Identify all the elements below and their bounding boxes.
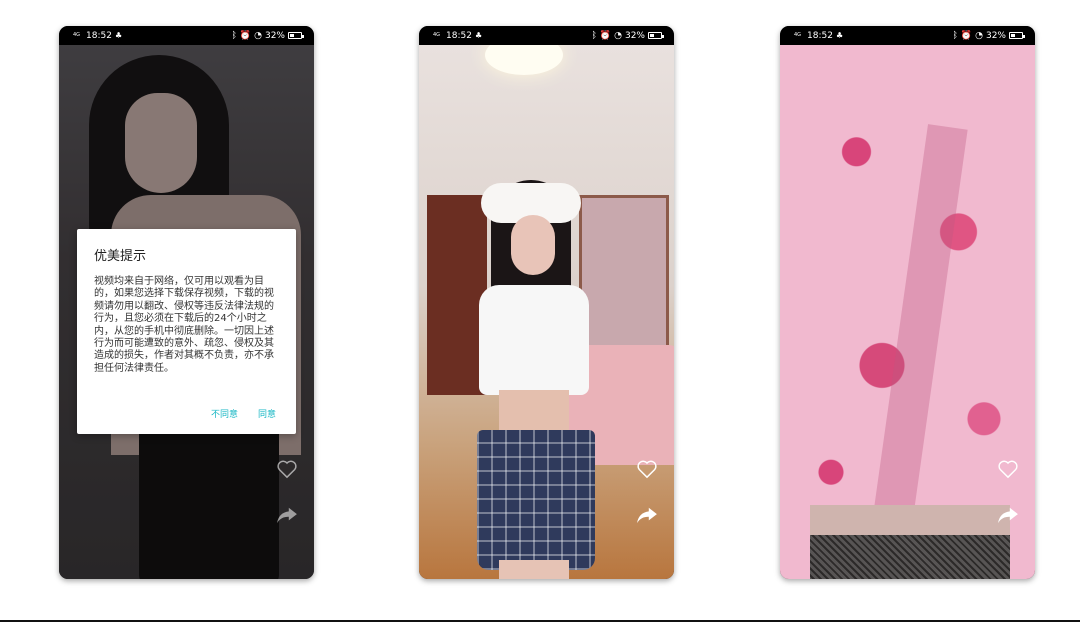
dialog-message: 视频均来自于网络，仅可用以观看为目的，如果您选择下载保存视频，下载的视频请勿用以… (94, 276, 274, 374)
disclaimer-dialog: 优美提示 视频均来自于网络，仅可用以观看为目的，如果您选择下载保存视频，下载的视… (77, 229, 296, 434)
battery-icon (648, 32, 664, 39)
ceiling-lamp (485, 45, 563, 75)
battery-icon (288, 32, 304, 39)
share-button[interactable] (995, 503, 1021, 527)
like-button[interactable] (634, 457, 660, 481)
bell-icon: ♣ (835, 31, 844, 40)
fabric-fold (872, 124, 968, 526)
signal-icon: 4G (73, 32, 81, 38)
bluetooth-icon: ᛒ (952, 30, 958, 41)
heart-outline-icon (998, 460, 1018, 479)
wifi-icon: ◔ (975, 30, 983, 41)
room-wardrobe (579, 195, 669, 365)
like-button[interactable] (995, 457, 1021, 481)
dialog-overlay: 优美提示 视频均来自于网络，仅可用以观看为目的，如果您选择下载保存视频，下载的视… (59, 45, 314, 579)
battery-percent: 32% (624, 30, 645, 41)
dialog-title: 优美提示 (94, 249, 147, 264)
agree-button[interactable]: 同意 (258, 407, 276, 420)
wifi-icon: ◔ (614, 30, 622, 41)
share-arrow-icon (637, 507, 657, 524)
signal-icon: 4G (794, 32, 802, 38)
signal-icon: 4G (433, 32, 441, 38)
dialog-actions: 不同意 同意 (211, 407, 276, 420)
status-bar: 4G 18:52 ♣ ᛒ ⏰ ◔ 32% (59, 26, 314, 45)
battery-percent: 32% (264, 30, 285, 41)
video-figure-face (511, 215, 555, 275)
bluetooth-icon: ᛒ (591, 30, 597, 41)
phone-screen-3: 4G 18:52 ♣ ᛒ ⏰ ◔ 32% (780, 26, 1035, 579)
status-time: 18:52 (86, 30, 112, 41)
video-figure-top (479, 285, 589, 395)
bluetooth-icon: ᛒ (231, 30, 237, 41)
video-figure-waist (499, 390, 569, 435)
status-time: 18:52 (446, 30, 472, 41)
battery-icon (1009, 32, 1025, 39)
video-figure-legs (499, 560, 569, 579)
room-door (427, 195, 487, 395)
video-figure-stockings (810, 535, 1010, 579)
phone-screen-1: 4G 18:52 ♣ ᛒ ⏰ ◔ 32% 优美提示 视频均来自于网络，仅可用以观… (59, 26, 314, 579)
disagree-button[interactable]: 不同意 (211, 407, 238, 420)
heart-outline-icon (637, 460, 657, 479)
share-button[interactable] (634, 503, 660, 527)
alarm-icon: ⏰ (239, 30, 252, 41)
phone-screen-2: 4G 18:52 ♣ ᛒ ⏰ ◔ 32% (419, 26, 674, 579)
alarm-icon: ⏰ (599, 30, 612, 41)
battery-percent: 32% (985, 30, 1006, 41)
alarm-icon: ⏰ (960, 30, 973, 41)
video-frame[interactable]: 优美提示 视频均来自于网络，仅可用以观看为目的，如果您选择下载保存视频，下载的视… (59, 45, 314, 579)
status-time: 18:52 (807, 30, 833, 41)
video-frame[interactable] (419, 45, 674, 579)
video-figure-skirt (477, 430, 595, 570)
status-bar: 4G 18:52 ♣ ᛒ ⏰ ◔ 32% (780, 26, 1035, 45)
wifi-icon: ◔ (254, 30, 262, 41)
bell-icon: ♣ (114, 31, 123, 40)
share-arrow-icon (998, 507, 1018, 524)
status-bar: 4G 18:52 ♣ ᛒ ⏰ ◔ 32% (419, 26, 674, 45)
video-frame[interactable] (780, 45, 1035, 579)
bell-icon: ♣ (474, 31, 483, 40)
